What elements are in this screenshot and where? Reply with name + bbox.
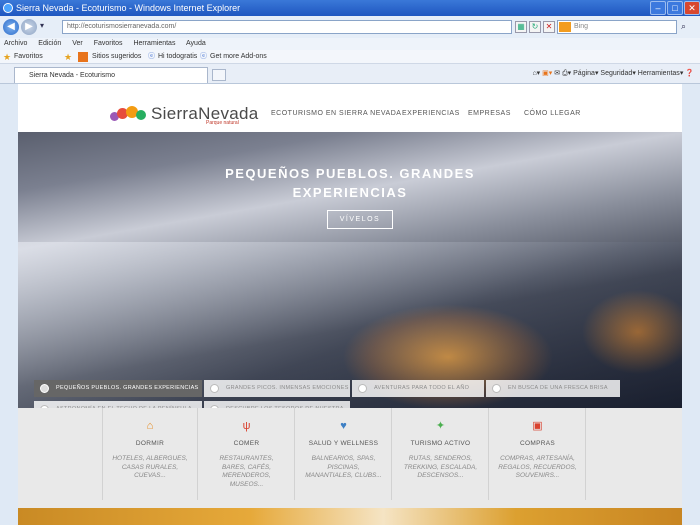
heart-icon: ♥: [340, 420, 347, 432]
help-icon[interactable]: ❓: [685, 70, 694, 77]
site-logo[interactable]: SierraNevada Parque natural: [110, 104, 259, 126]
hero-title: PEQUEÑOS PUEBLOS. GRANDES EXPERIENCIAS: [18, 164, 682, 202]
menu-favoritos[interactable]: Favoritos: [94, 40, 123, 47]
forward-button[interactable]: ▶: [21, 19, 37, 35]
web-page: SierraNevada Parque natural ECOTURISMO E…: [18, 84, 682, 525]
category-salud[interactable]: ♥ SALUD Y WELLNESS BALNEARIOS, SPAS, PIS…: [296, 408, 392, 500]
title-bar: Sierra Nevada - Ecoturismo - Windows Int…: [0, 0, 700, 16]
category-dormir[interactable]: ⌂ DORMIR HOTELES, ALBERGUES, CASAS RURAL…: [102, 408, 198, 500]
logo-mark-icon: [110, 106, 148, 122]
category-title: COMER: [233, 440, 260, 447]
fork-knife-icon: ψ: [242, 420, 251, 432]
bing-icon: [559, 22, 571, 32]
search-icon[interactable]: ⌕: [681, 21, 686, 32]
radio-icon: [40, 384, 49, 393]
minimize-button[interactable]: –: [650, 1, 666, 15]
menu-ayuda[interactable]: Ayuda: [186, 40, 206, 47]
nav-empresas[interactable]: EMPRESAS: [468, 110, 511, 117]
pill-label: AVENTURAS PARA TODO EL AÑO: [374, 385, 470, 391]
menu-herramientas[interactable]: Herramientas: [133, 40, 175, 47]
menu-ver[interactable]: Ver: [72, 40, 83, 47]
vivelos-button[interactable]: VÍVELOS: [327, 210, 393, 229]
category-title: COMPRAS: [520, 440, 555, 447]
addons-link[interactable]: Get more Add-ons: [210, 50, 267, 64]
radio-icon: [358, 384, 367, 393]
gift-icon: ▣: [532, 420, 543, 432]
mail-icon[interactable]: ✉: [554, 70, 560, 77]
maximize-button[interactable]: □: [667, 1, 683, 15]
category-desc: RUTAS, SENDEROS, TREKKING, ESCALADA, DES…: [403, 455, 478, 479]
menu-edicion[interactable]: Edición: [38, 40, 61, 47]
refresh-icon[interactable]: ↻: [529, 21, 541, 33]
add-favorite-icon[interactable]: ★: [64, 50, 72, 64]
page-menu[interactable]: Página: [573, 70, 595, 77]
tab-sierra-nevada[interactable]: Sierra Nevada - Ecoturismo: [14, 67, 208, 83]
tab-bar: Sierra Nevada - Ecoturismo ⌂▾ ▣▾ ✉ ⎙▾ Pá…: [0, 64, 700, 84]
feeds-icon[interactable]: ▣▾: [542, 70, 552, 77]
category-title: SALUD Y WELLNESS: [308, 440, 379, 447]
close-button[interactable]: ✕: [684, 1, 700, 15]
radio-icon: [492, 384, 501, 393]
category-compras[interactable]: ▣ COMPRAS COMPRAS, ARTESANÍA, REGALOS, R…: [490, 408, 586, 500]
radio-icon: [210, 384, 219, 393]
stop-icon[interactable]: ✕: [543, 21, 555, 33]
browser-window: Sierra Nevada - Ecoturismo - Windows Int…: [0, 0, 700, 525]
pill-pequenos-pueblos[interactable]: PEQUEÑOS PUEBLOS. GRANDES EXPERIENCIAS: [34, 380, 202, 397]
category-desc: BALNEARIOS, SPAS, PISCINAS, MANANTIALES,…: [305, 455, 382, 479]
hero-title-line2: EXPERIENCIAS: [292, 185, 408, 200]
search-input[interactable]: Bing: [557, 20, 677, 34]
nav-ecoturismo[interactable]: ECOTURISMO EN SIERRA NEVADA: [271, 110, 401, 117]
nav-experiencias[interactable]: EXPERIENCIAS: [402, 110, 460, 117]
logo-tagline: Parque natural: [206, 120, 239, 126]
menu-bar: Archivo Edición Ver Favoritos Herramient…: [0, 38, 700, 50]
category-turismo-activo[interactable]: ✦ TURISMO ACTIVO RUTAS, SENDEROS, TREKKI…: [393, 408, 489, 500]
ie-icon: [3, 3, 13, 13]
pill-label: GRANDES PICOS. INMENSAS EMOCIONES: [226, 385, 349, 391]
url-input[interactable]: http://ecoturismosierranevada.com/: [62, 20, 512, 34]
logo-text: SierraNevada: [151, 104, 259, 123]
compatibility-icon[interactable]: ▦: [515, 21, 527, 33]
home-icon[interactable]: ⌂▾: [532, 70, 540, 77]
pill-label: PEQUEÑOS PUEBLOS. GRANDES EXPERIENCIAS: [56, 385, 199, 391]
suggested-sites-icon: [78, 52, 88, 62]
pill-fresca-brisa[interactable]: EN BUSCA DE UNA FRESCA BRISA: [486, 380, 620, 397]
category-bar: ⌂ DORMIR HOTELES, ALBERGUES, CASAS RURAL…: [18, 408, 682, 508]
addons-icon: ⓔ: [200, 53, 207, 60]
category-desc: HOTELES, ALBERGUES, CASAS RURALES, CUEVA…: [112, 455, 188, 479]
new-tab-button[interactable]: [212, 69, 226, 81]
recent-pages-icon[interactable]: ▾: [40, 21, 44, 30]
house-icon: ⌂: [146, 420, 154, 432]
todogratis-link[interactable]: Hi todogratis: [158, 50, 197, 64]
category-desc: RESTAURANTES, BARES, CAFÉS, MERENDEROS, …: [219, 455, 274, 488]
print-icon[interactable]: ⎙▾: [562, 70, 571, 77]
address-bar: ◀ ▶ ▾ http://ecoturismosierranevada.com/…: [0, 16, 700, 38]
hero-title-line1: PEQUEÑOS PUEBLOS. GRANDES: [225, 166, 475, 181]
security-menu[interactable]: Seguridad: [600, 70, 632, 77]
pill-label: EN BUSCA DE UNA FRESCA BRISA: [508, 385, 608, 391]
hiker-icon: ✦: [435, 420, 446, 432]
back-button[interactable]: ◀: [3, 19, 19, 35]
hero-slider: PEQUEÑOS PUEBLOS. GRANDES EXPERIENCIAS V…: [18, 132, 682, 418]
favorites-bar: ★ Favoritos ★ Sitios sugeridos ⓔ Hi todo…: [0, 50, 700, 64]
category-comer[interactable]: ψ COMER RESTAURANTES, BARES, CAFÉS, MERE…: [199, 408, 295, 500]
tab-label: Sierra Nevada - Ecoturismo: [29, 72, 115, 79]
menu-archivo[interactable]: Archivo: [4, 40, 27, 47]
window-title: Sierra Nevada - Ecoturismo - Windows Int…: [16, 3, 241, 13]
pill-aventuras[interactable]: AVENTURAS PARA TODO EL AÑO: [352, 380, 484, 397]
nav-como-llegar[interactable]: CÓMO LLEGAR: [524, 110, 581, 117]
bottom-banner: [18, 508, 682, 525]
category-desc: COMPRAS, ARTESANÍA, REGALOS, RECUERDOS, …: [498, 455, 577, 479]
favorites-button[interactable]: Favoritos: [14, 50, 43, 64]
category-title: TURISMO ACTIVO: [410, 440, 471, 447]
pill-grandes-picos[interactable]: GRANDES PICOS. INMENSAS EMOCIONES: [204, 380, 350, 397]
star-icon: ★: [3, 52, 12, 62]
todogratis-icon: ⓔ: [148, 53, 155, 60]
tools-menu[interactable]: Herramientas: [638, 70, 680, 77]
suggested-sites-link[interactable]: Sitios sugeridos: [92, 50, 141, 64]
category-title: DORMIR: [135, 440, 165, 447]
site-header: SierraNevada Parque natural ECOTURISMO E…: [18, 84, 682, 132]
